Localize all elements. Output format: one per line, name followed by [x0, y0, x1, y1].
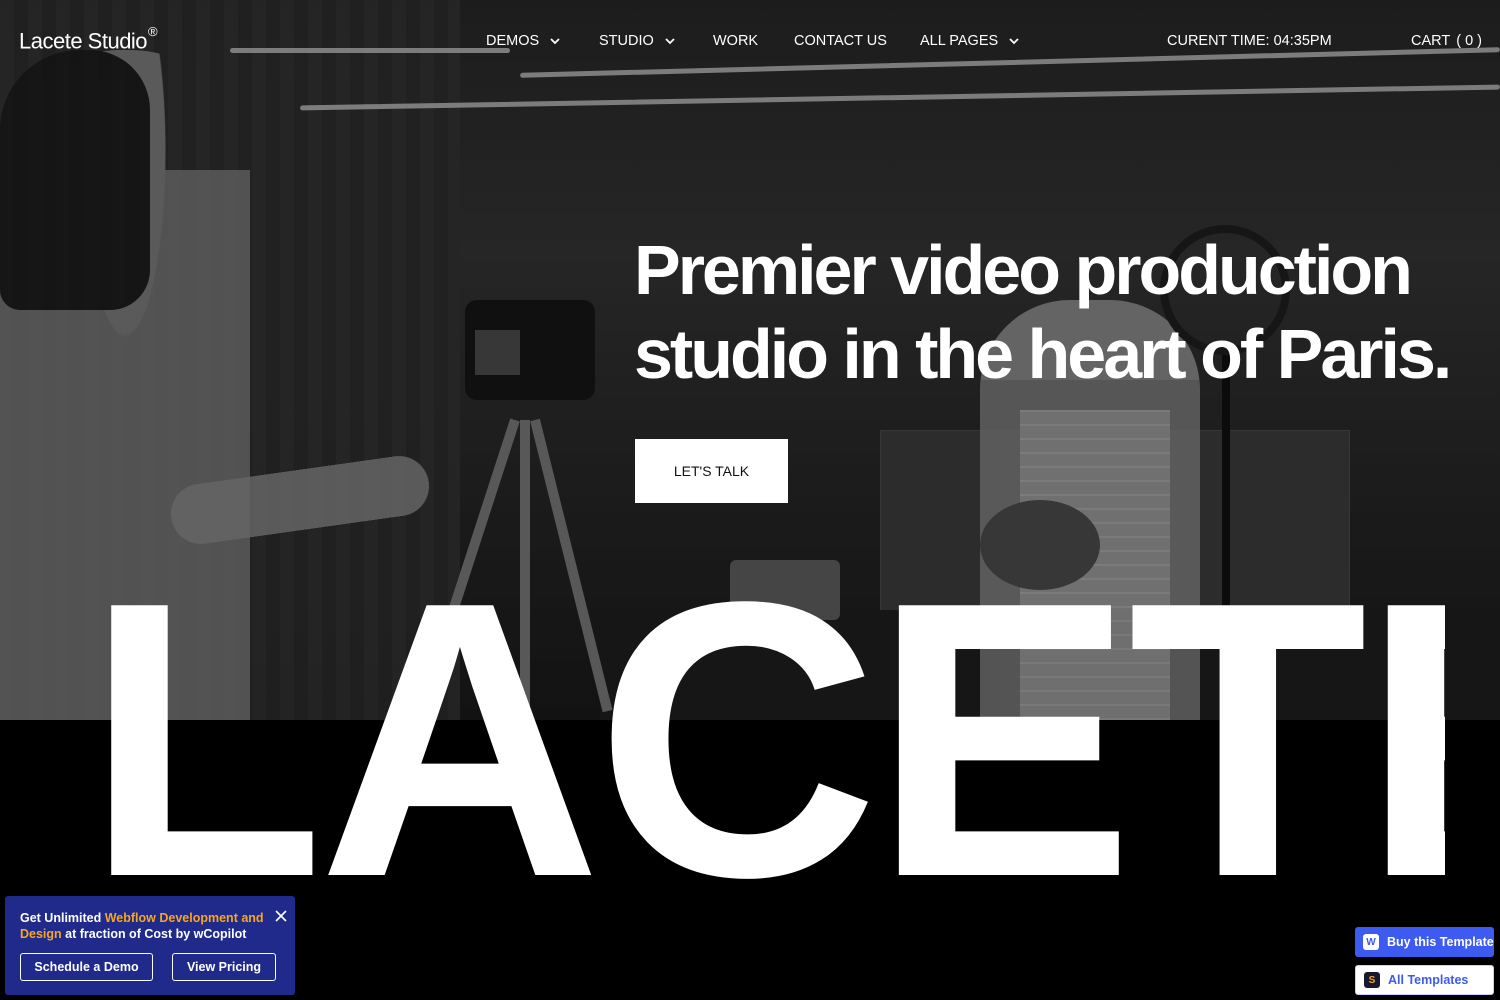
brand-wordmark: LACETE [85, 530, 1445, 950]
close-icon[interactable] [273, 908, 289, 924]
nav-item-label: ALL PAGES [920, 33, 999, 49]
nav-item-label: STUDIO [599, 33, 654, 49]
buy-template-label: Buy this Template [1387, 935, 1494, 949]
webflow-icon: W [1363, 934, 1379, 950]
chevron-down-icon [550, 38, 560, 45]
logo-text: Lacete Studio [19, 28, 148, 54]
templates-logo-icon: S [1364, 972, 1380, 988]
registered-mark: ® [148, 24, 158, 39]
nav-item-all-pages[interactable]: ALL PAGES [920, 33, 1022, 49]
cart-link[interactable]: CART ( 0 ) [1411, 33, 1482, 49]
cart-count: ( 0 ) [1456, 33, 1482, 49]
nav-item-demos[interactable]: DEMOS [486, 33, 563, 49]
schedule-demo-button[interactable]: Schedule a Demo [20, 953, 153, 981]
promo-text-prefix: Get Unlimited [20, 911, 105, 925]
nav-item-work[interactable]: WORK [713, 33, 758, 49]
view-pricing-button[interactable]: View Pricing [172, 953, 276, 981]
promo-text-suffix: at fraction of Cost by wCopilot [61, 927, 247, 941]
promo-banner: Get Unlimited Webflow Development and De… [5, 896, 295, 995]
headline-line-1: Premier video production [634, 231, 1413, 309]
all-templates-label: All Templates [1388, 973, 1469, 987]
all-templates-button[interactable]: S All Templates [1355, 965, 1494, 995]
headline-line-2: studio in the heart of Paris. [634, 315, 1452, 393]
current-time: CURENT TIME: 04:35PM [1167, 33, 1332, 49]
nav-item-label: DEMOS [486, 33, 540, 49]
promo-text: Get Unlimited Webflow Development and De… [20, 910, 265, 942]
cart-label: CART [1411, 33, 1451, 49]
top-navigation: Lacete Studio® DEMOS STUDIO WORK CONTACT… [0, 0, 1500, 84]
hero-headline: Premier video production studio in the h… [634, 228, 1474, 396]
buy-template-button[interactable]: W Buy this Template [1355, 927, 1494, 957]
logo[interactable]: Lacete Studio® [19, 24, 158, 54]
chevron-down-icon [665, 38, 675, 45]
lets-talk-button[interactable]: LET'S TALK [635, 439, 788, 503]
nav-item-studio[interactable]: STUDIO [599, 33, 678, 49]
chevron-down-icon [1009, 38, 1019, 45]
nav-item-label: CONTACT US [794, 33, 887, 49]
nav-item-label: WORK [713, 33, 759, 49]
nav-item-contact-us[interactable]: CONTACT US [794, 33, 887, 49]
